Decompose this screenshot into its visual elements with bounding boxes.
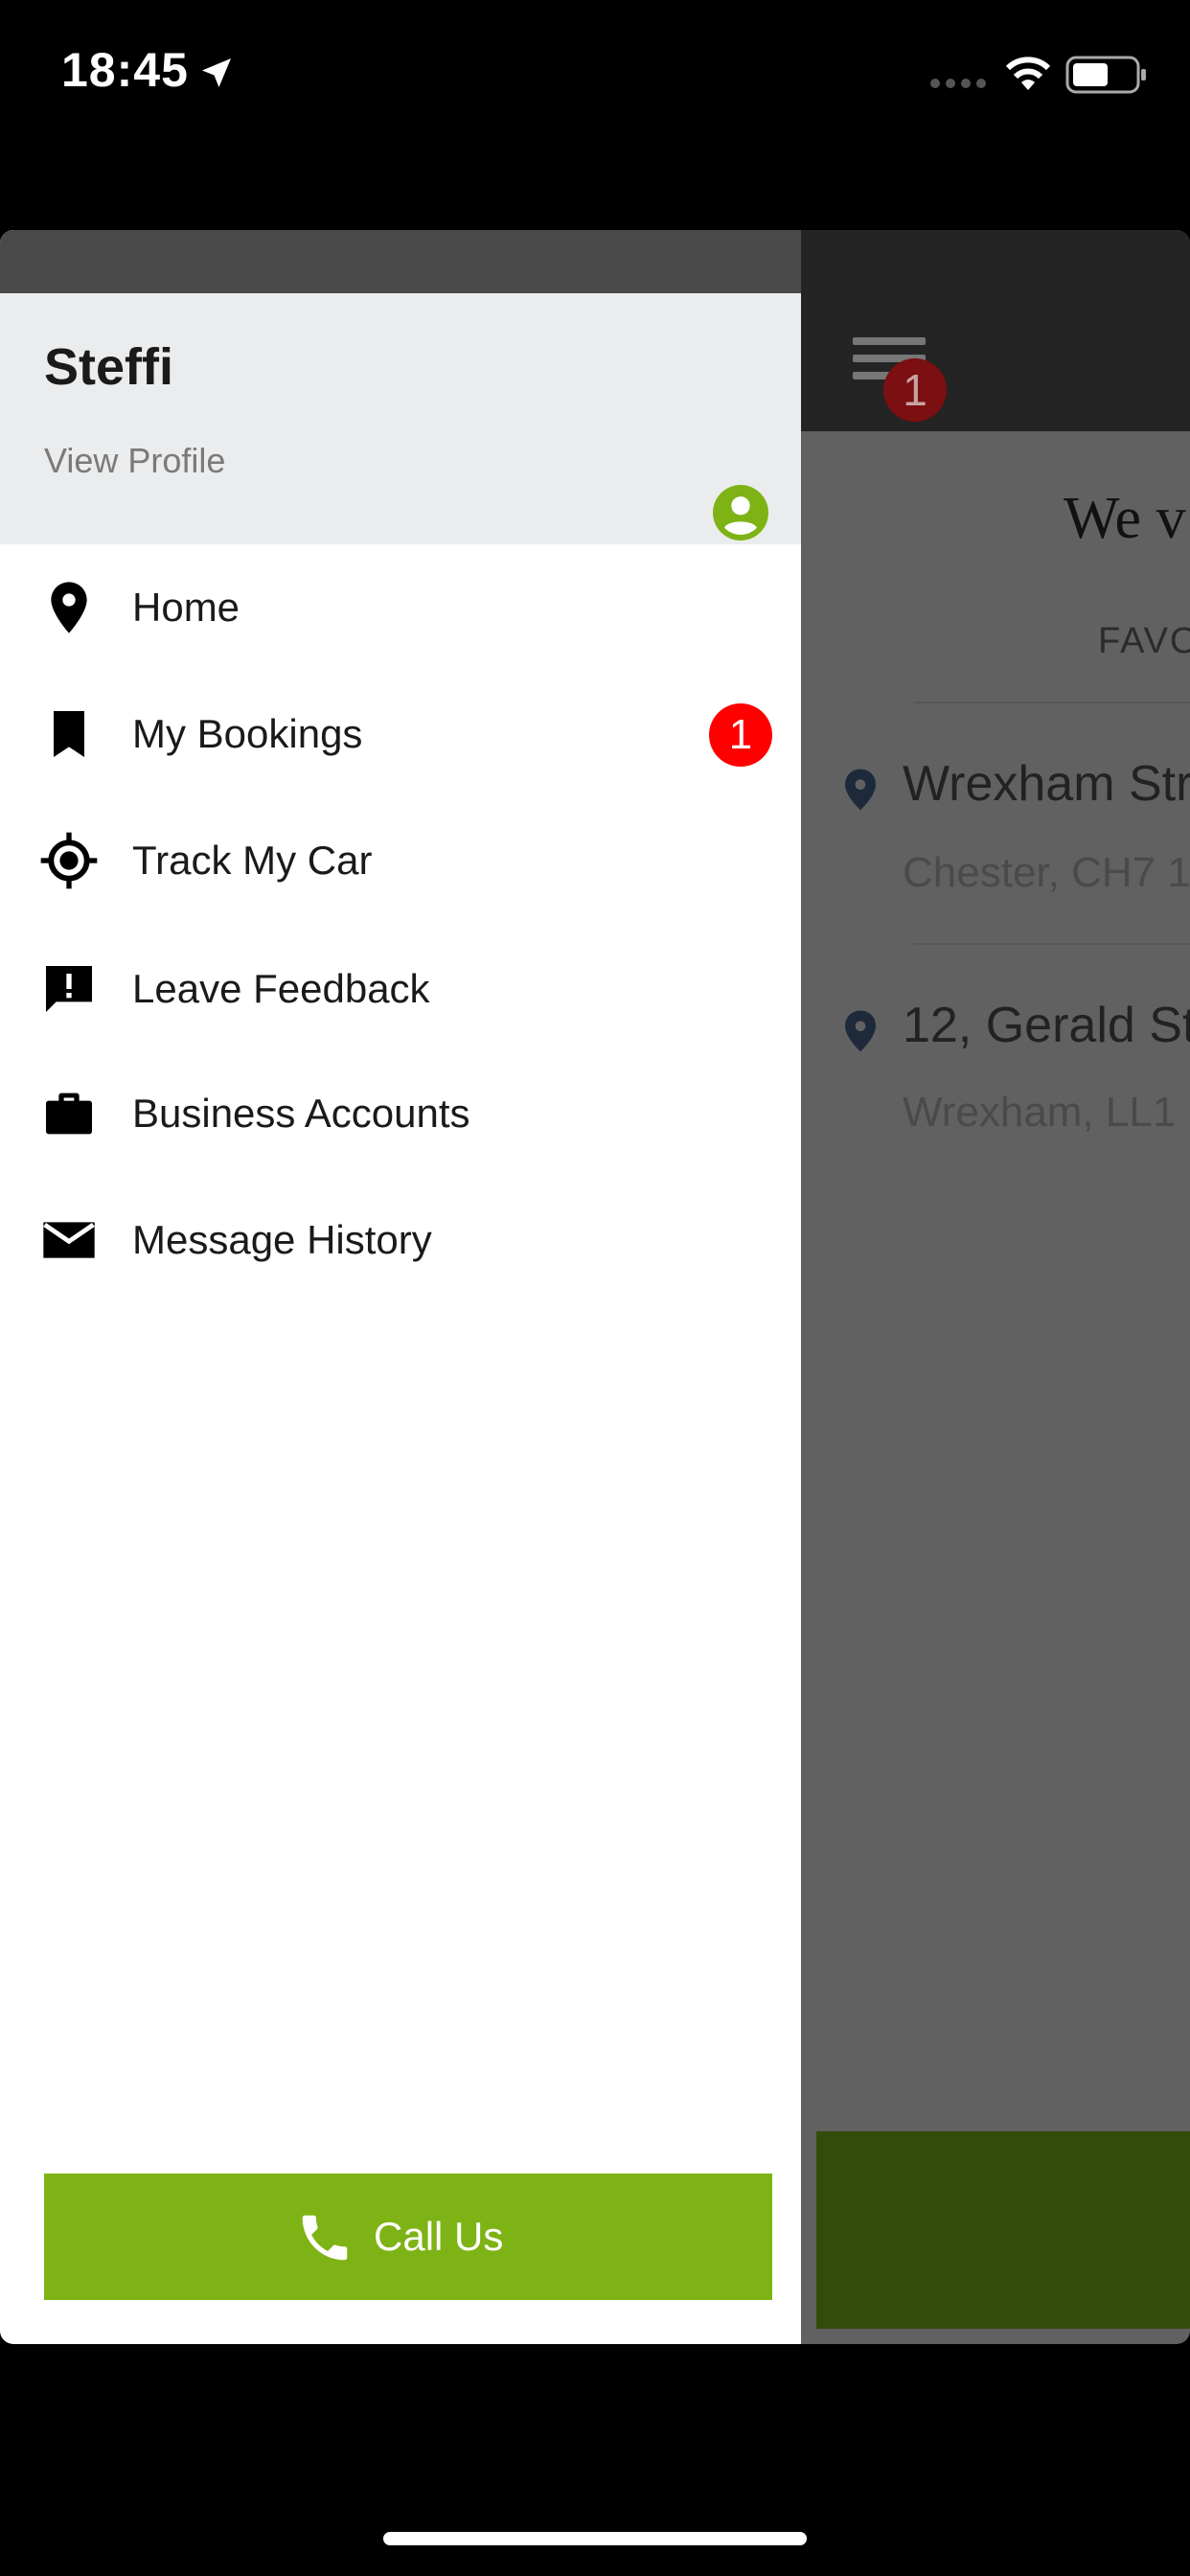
status-time: 18:45 <box>61 43 189 97</box>
menu-item-label: Leave Feedback <box>132 966 430 1011</box>
favourite-address[interactable]: Wrexham Str <box>903 755 1190 813</box>
menu-item-label: Home <box>132 585 240 630</box>
background-action-button[interactable] <box>816 2131 1190 2329</box>
notification-badge: 1 <box>883 358 947 422</box>
tab-favourites[interactable]: FAVO <box>1098 621 1190 662</box>
location-pin-icon <box>845 769 876 811</box>
favourite-subtitle: Chester, CH7 1 <box>903 849 1190 896</box>
menu-item-business-accounts[interactable]: Business Accounts <box>0 1056 801 1171</box>
menu-item-label: My Bookings <box>132 711 363 756</box>
gps-target-icon <box>40 832 98 889</box>
app-window: 1 We v FAVO Wrexham Str Chester, CH7 1 1… <box>0 230 1190 2344</box>
call-us-button[interactable]: Call Us <box>44 2174 772 2300</box>
bookmark-icon <box>54 711 84 757</box>
location-arrow-icon <box>202 58 231 87</box>
wifi-icon <box>1005 57 1051 90</box>
battery-icon <box>1065 56 1146 94</box>
phone-icon <box>302 2215 348 2261</box>
background-top-bar: 1 <box>801 230 1190 431</box>
menu-item-label: Business Accounts <box>132 1091 470 1136</box>
briefcase-icon <box>46 1092 92 1135</box>
divider <box>914 943 1190 945</box>
menu-item-home[interactable]: Home <box>0 550 801 665</box>
location-pin-icon <box>845 1010 876 1052</box>
drawer-top-strip <box>0 230 801 293</box>
menu-item-label: Message History <box>132 1217 432 1262</box>
menu-item-track-my-car[interactable]: Track My Car <box>0 803 801 918</box>
feedback-icon <box>46 966 92 1012</box>
favourite-address[interactable]: 12, Gerald Str <box>903 997 1190 1054</box>
call-us-label: Call Us <box>374 2214 504 2259</box>
envelope-icon <box>43 1222 95 1258</box>
menu-item-message-history[interactable]: Message History <box>0 1183 801 1298</box>
favourite-subtitle: Wrexham, LL1 <box>903 1089 1177 1136</box>
view-profile-link[interactable]: View Profile <box>44 441 225 481</box>
profile-header[interactable]: Steffi View Profile <box>0 293 801 544</box>
profile-name: Steffi <box>44 338 173 396</box>
bookings-badge: 1 <box>709 703 772 767</box>
menu-item-leave-feedback[interactable]: Leave Feedback <box>0 932 801 1046</box>
location-pin-icon <box>51 582 87 633</box>
menu-item-my-bookings[interactable]: My Bookings 1 <box>0 677 801 792</box>
cellular-signal-icon <box>930 79 986 88</box>
navigation-drawer: Steffi View Profile Home My Bookings 1 T… <box>0 230 801 2344</box>
menu-item-label: Track My Car <box>132 838 373 883</box>
background-title: We v <box>1064 486 1186 551</box>
home-indicator[interactable] <box>383 2532 807 2545</box>
divider <box>914 702 1190 703</box>
status-bar: 18:45 <box>0 0 1190 144</box>
user-profile-icon[interactable] <box>713 485 768 540</box>
